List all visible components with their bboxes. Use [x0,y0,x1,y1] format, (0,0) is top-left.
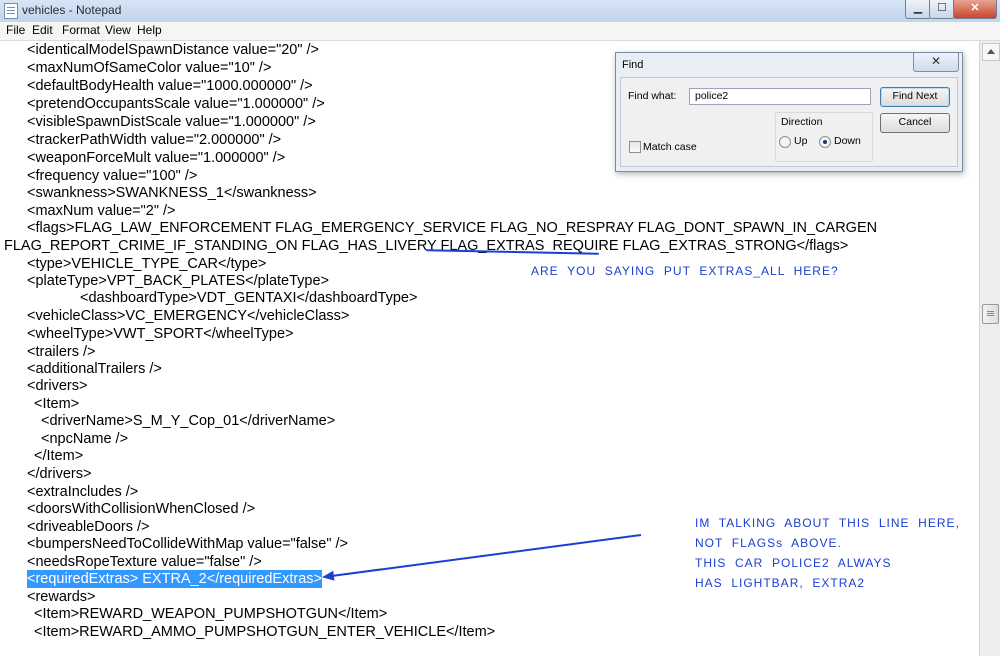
find-what-label: Find what: [628,90,677,102]
cancel-button[interactable]: Cancel [880,113,950,133]
match-case-checkbox[interactable] [629,141,641,153]
find-dialog-close-button[interactable]: ✕ [913,53,959,72]
direction-up-radio[interactable] [779,136,791,148]
vertical-scrollbar[interactable] [979,41,1000,656]
find-dialog-body: Find what: Find Next Cancel Direction Up… [620,77,958,167]
direction-down-label: Down [834,135,861,147]
find-what-input[interactable] [689,88,871,105]
find-dialog-title: Find [622,59,644,71]
find-dialog: Find ✕ Find what: Find Next Cancel Direc… [615,52,963,172]
direction-down-radio[interactable] [819,136,831,148]
direction-up-label: Up [794,135,808,147]
scrollbar-thumb[interactable] [982,304,999,324]
scroll-up-arrow-icon[interactable] [982,43,1000,61]
find-next-button[interactable]: Find Next [880,87,950,107]
match-case-label: Match case [643,141,697,153]
